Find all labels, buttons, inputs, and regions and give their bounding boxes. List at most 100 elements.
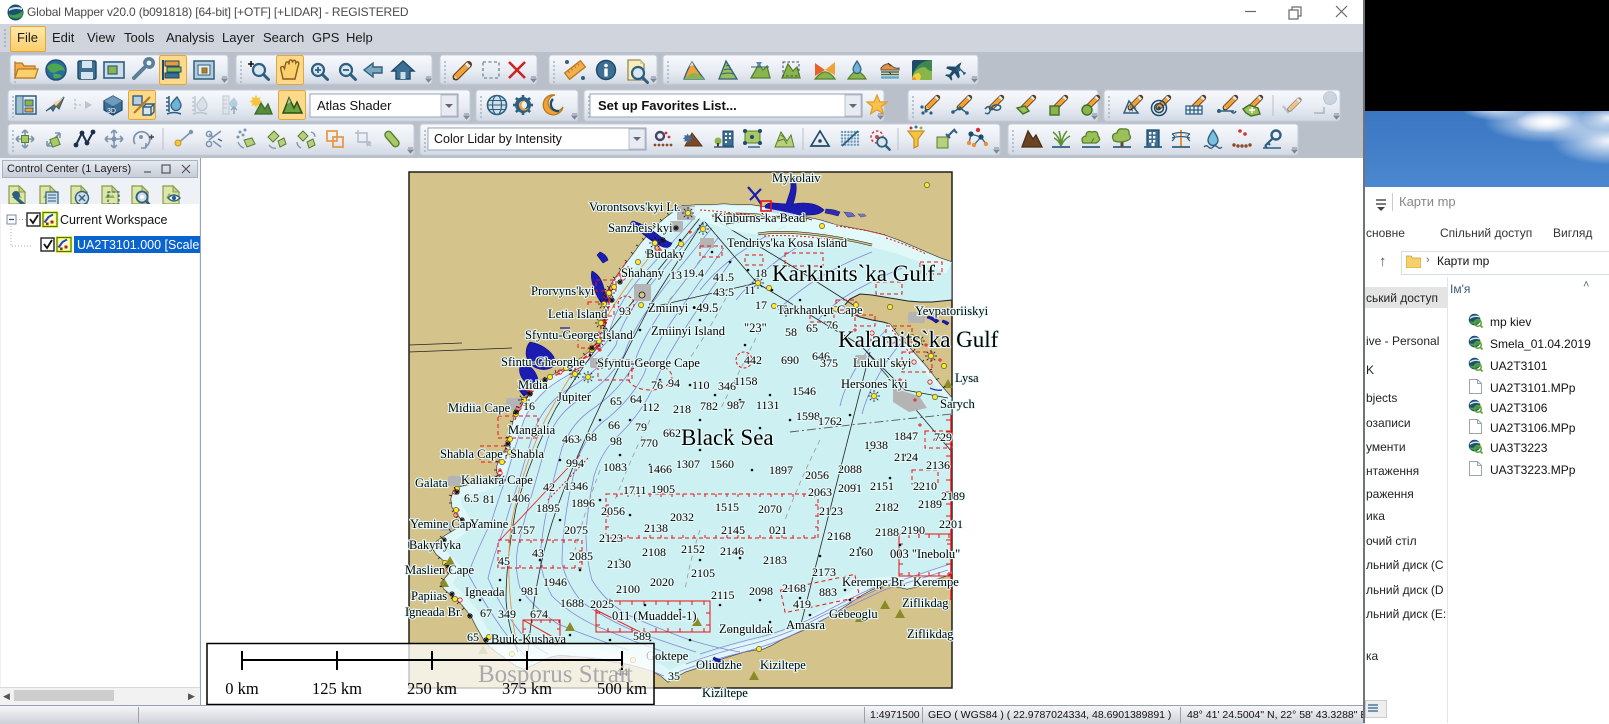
svg-text:1158: 1158: [734, 374, 758, 388]
svg-text:690: 690: [781, 353, 799, 367]
svg-text:2189: 2189: [918, 497, 942, 511]
svg-text:UA2T3101.000 [Scale 1:: UA2T3101.000 [Scale 1:: [77, 238, 207, 252]
svg-text:1895: 1895: [536, 501, 560, 515]
svg-text:2136: 2136: [926, 458, 950, 472]
svg-text:Ziflikdag: Ziflikdag: [902, 596, 949, 610]
svg-text:1688: 1688: [560, 596, 584, 610]
svg-text:589: 589: [633, 629, 651, 643]
svg-text:Gebeoglu: Gebeoglu: [829, 607, 878, 621]
svg-text:2130: 2130: [607, 557, 631, 571]
svg-text:35: 35: [668, 669, 680, 683]
svg-text:674: 674: [530, 607, 548, 621]
svg-text:42: 42: [543, 480, 555, 494]
svg-text:2108: 2108: [642, 545, 666, 559]
svg-text:1406: 1406: [506, 491, 530, 505]
svg-text:Sfyntu-George Island: Sfyntu-George Island: [525, 328, 633, 342]
svg-text:64: 64: [630, 392, 642, 406]
svg-text:110: 110: [692, 378, 710, 392]
svg-text:2168: 2168: [827, 529, 851, 543]
svg-text:Zmiinyi Island: Zmiinyi Island: [651, 324, 726, 338]
svg-text:2056: 2056: [601, 504, 625, 518]
svg-text:Sfintu-Gheorghe: Sfintu-Gheorghe: [501, 355, 585, 369]
svg-text:2063: 2063: [808, 485, 832, 499]
svg-text:65: 65: [806, 321, 818, 335]
svg-text:2190: 2190: [901, 523, 925, 537]
svg-text:1346: 1346: [564, 479, 588, 493]
svg-text:987: 987: [727, 398, 745, 412]
svg-text:Tarkhankut Cape: Tarkhankut Cape: [777, 303, 863, 317]
svg-text:76: 76: [826, 318, 838, 332]
svg-text:Atlas Shader: Atlas Shader: [317, 98, 392, 113]
svg-text:Current Workspace: Current Workspace: [60, 213, 167, 227]
svg-text:112: 112: [642, 400, 660, 414]
svg-text:2124: 2124: [894, 450, 918, 464]
svg-text:782: 782: [700, 399, 718, 413]
svg-text:2025: 2025: [590, 597, 614, 611]
svg-text:Ziflikdag: Ziflikdag: [907, 627, 954, 641]
svg-text:43.5: 43.5: [713, 285, 734, 299]
svg-text:Shahany: Shahany: [621, 266, 665, 280]
svg-text:125 km: 125 km: [312, 679, 362, 698]
svg-text:2138: 2138: [644, 521, 668, 535]
svg-text:Kalamits`ka Gulf: Kalamits`ka Gulf: [838, 327, 999, 352]
svg-text:Karkinits`ka Gulf: Karkinits`ka Gulf: [772, 261, 935, 286]
svg-text:2100: 2100: [616, 582, 640, 596]
svg-text:442: 442: [744, 353, 762, 367]
svg-text:0 km: 0 km: [225, 679, 259, 698]
svg-text:2088: 2088: [838, 462, 862, 476]
svg-text:2056: 2056: [805, 468, 829, 482]
svg-text:Lukull`skyi: Lukull`skyi: [853, 356, 912, 370]
svg-text:17: 17: [755, 298, 767, 312]
svg-text:Igneada Br.: Igneada Br.: [405, 605, 463, 619]
svg-text:021: 021: [769, 523, 787, 537]
svg-text:43: 43: [532, 546, 544, 560]
svg-text:93: 93: [619, 304, 631, 318]
svg-text:1938: 1938: [864, 438, 888, 452]
svg-text:Bosporus Strait: Bosporus Strait: [478, 661, 633, 688]
svg-text:18: 18: [755, 266, 767, 280]
svg-text:Kinburns`ka Bead: Kinburns`ka Bead: [714, 211, 806, 225]
svg-text:66: 66: [608, 418, 620, 432]
svg-text:Kerempe Br.: Kerempe Br.: [842, 575, 906, 589]
svg-text:1847: 1847: [894, 429, 918, 443]
svg-text:2168: 2168: [782, 581, 806, 595]
svg-text:1515: 1515: [715, 500, 739, 514]
svg-text:994: 994: [566, 456, 584, 470]
svg-text:Yemine Cape: Yemine Cape: [410, 517, 478, 531]
svg-text:2183: 2183: [763, 553, 787, 567]
svg-text:2145: 2145: [721, 523, 745, 537]
svg-text:1757: 1757: [511, 523, 535, 537]
svg-text:19.4: 19.4: [683, 266, 704, 280]
svg-text:Zmiinyi: Zmiinyi: [648, 301, 689, 315]
svg-text:349: 349: [498, 607, 516, 621]
svg-text:Bakyrlyka: Bakyrlyka: [409, 538, 462, 552]
svg-text:2105: 2105: [691, 566, 715, 580]
svg-text:1598: 1598: [796, 409, 820, 423]
svg-text:65: 65: [467, 630, 479, 644]
svg-text:Color Lidar by Intensity: Color Lidar by Intensity: [434, 132, 563, 146]
svg-text:68: 68: [585, 430, 597, 444]
svg-text:1546: 1546: [792, 384, 816, 398]
svg-text:Kerempe: Kerempe: [913, 575, 959, 589]
svg-text:2201: 2201: [939, 517, 963, 531]
svg-text:1711: 1711: [623, 483, 647, 497]
svg-text:1131: 1131: [756, 398, 780, 412]
svg-text:1762: 1762: [818, 414, 842, 428]
svg-text:1466: 1466: [648, 462, 672, 476]
svg-text:2160: 2160: [849, 545, 873, 559]
svg-text:Oliudzhe: Oliudzhe: [696, 658, 742, 672]
svg-text:218: 218: [673, 402, 691, 416]
svg-text:2085: 2085: [569, 549, 593, 563]
svg-text:Igneada: Igneada: [465, 585, 505, 599]
svg-text:2146: 2146: [720, 544, 744, 558]
svg-text:2173: 2173: [812, 565, 836, 579]
svg-text:729: 729: [934, 430, 952, 444]
svg-text:2070: 2070: [758, 502, 782, 516]
svg-text:419: 419: [793, 597, 811, 611]
svg-text:Maslien Cape: Maslien Cape: [405, 563, 475, 577]
svg-text:2115: 2115: [711, 588, 735, 602]
svg-text:Prorvyns'kyi: Prorvyns'kyi: [531, 284, 595, 298]
svg-text:11: 11: [744, 283, 756, 297]
svg-text:003 "Inebolu": 003 "Inebolu": [890, 547, 960, 561]
svg-text:250 km: 250 km: [407, 679, 457, 698]
